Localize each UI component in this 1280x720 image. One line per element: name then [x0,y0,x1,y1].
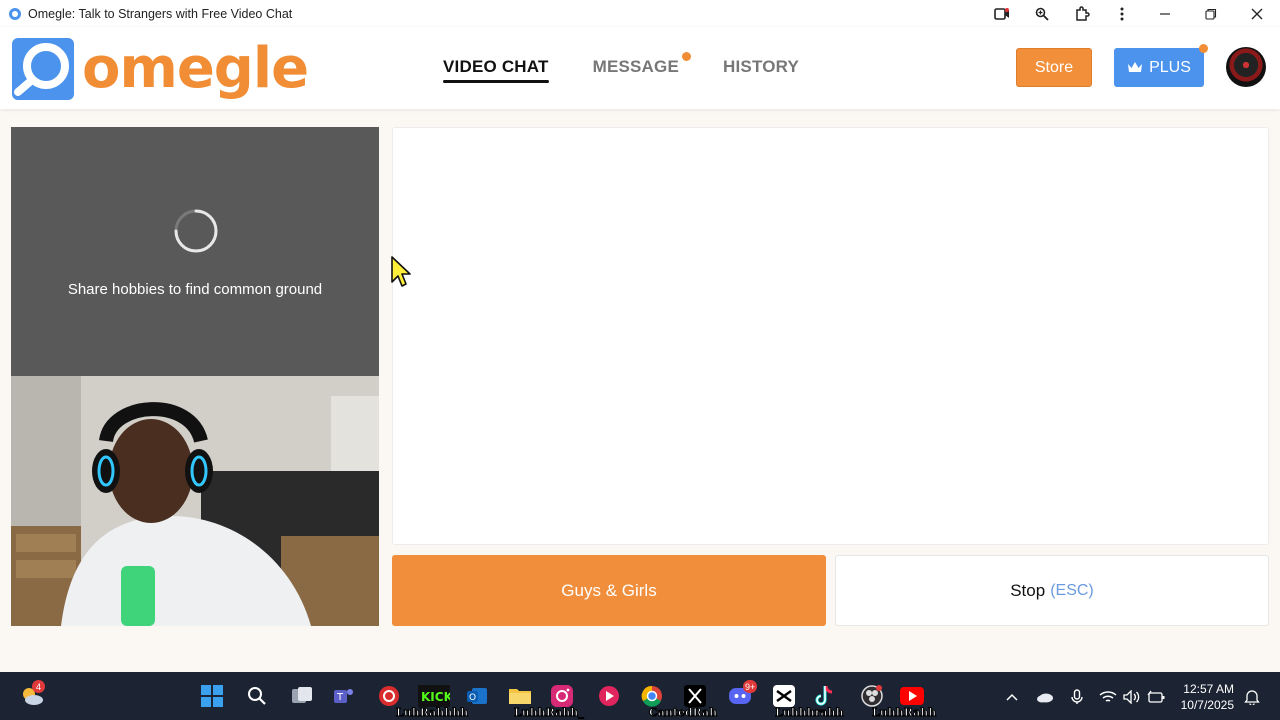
stop-hint: (ESC) [1050,581,1094,599]
search-icon[interactable] [245,684,269,708]
teams-icon[interactable]: T [332,684,356,708]
outlook-icon[interactable]: O [465,684,489,708]
windows-taskbar: 4 T KICK LuhRahhhh O LuhhRahh_ CantedRah… [0,672,1280,720]
x-icon[interactable] [683,684,707,708]
camera-icon[interactable] [982,0,1022,27]
omegle-logo[interactable]: omegle [10,36,309,102]
youtube-icon[interactable] [900,684,924,708]
stop-button[interactable]: Stop (ESC) [835,555,1269,626]
folder-icon[interactable] [508,684,532,708]
chrome-icon[interactable] [640,684,664,708]
more-icon[interactable] [1102,0,1142,27]
minimize-icon[interactable] [1142,0,1188,27]
volume-icon[interactable] [1123,688,1141,706]
tiktok-caption: Luhhhrahh [775,706,845,720]
browser-title-bar: Omegle: Talk to Strangers with Free Vide… [0,0,1280,27]
stop-label: Stop [1010,580,1046,600]
tab-history[interactable]: HISTORY [723,57,799,77]
chat-log-panel[interactable] [392,127,1269,545]
omegle-app-icon [9,7,21,20]
mouse-cursor-icon [391,256,411,287]
kick-icon[interactable]: KICK [418,684,450,708]
zoom-icon[interactable] [1022,0,1062,27]
extension-icon[interactable] [1062,0,1102,27]
crown-icon [1128,62,1143,72]
microphone-icon[interactable] [1068,688,1086,706]
stranger-video: Share hobbies to find common ground [11,127,379,376]
media-player-icon[interactable] [597,684,621,708]
clock-date: 10/7/2025 [1180,698,1234,712]
wifi-icon[interactable] [1099,688,1117,706]
svg-text:KICK: KICK [421,690,450,704]
discord-badge: 9+ [743,680,758,693]
loading-spinner-icon [174,209,218,253]
notification-bell-icon[interactable] [1243,688,1261,706]
notification-dot [682,52,691,61]
system-clock[interactable]: 12:57 AM 10/7/2025 [1181,681,1234,713]
webcam-feed [11,376,379,626]
onedrive-icon[interactable] [1036,688,1054,706]
kick-caption: LuhRahhhh [395,706,469,720]
tab-message-label: MESSAGE [592,57,679,76]
tiktok-icon[interactable] [812,684,836,708]
chevron-up-icon[interactable] [1003,688,1021,706]
capcut-icon[interactable] [772,684,796,708]
avatar[interactable] [1226,47,1266,87]
main-nav: VIDEO CHAT MESSAGE HISTORY [443,52,799,83]
omegle-logo-icon [12,38,74,100]
obs-icon[interactable] [860,684,884,708]
start-icon[interactable] [200,684,224,708]
x-caption: CantedRah [648,706,718,720]
battery-icon[interactable] [1147,688,1165,706]
instagram-caption: LuhhRahh_ [514,706,585,720]
close-icon[interactable] [1234,0,1280,27]
clock-time: 12:57 AM [1183,682,1234,696]
svg-text:O: O [469,693,476,703]
plus-label: PLUS [1149,58,1191,76]
restore-icon[interactable] [1188,0,1234,27]
site-header: omegle VIDEO CHAT MESSAGE HISTORY Store … [0,27,1280,109]
notification-dot [1199,44,1208,53]
youtube-caption: LuhhRahh [871,706,937,720]
self-video [11,376,379,626]
instagram-icon[interactable] [550,684,574,708]
tab-video-chat[interactable]: VIDEO CHAT [443,57,549,83]
window-title: Omegle: Talk to Strangers with Free Vide… [28,6,293,21]
stranger-status-text: Share hobbies to find common ground [67,281,323,298]
tab-message[interactable]: MESSAGE [592,52,691,77]
plus-button[interactable]: PLUS [1114,44,1208,87]
logo-wordmark: omegle [82,36,309,101]
svg-text:T: T [336,692,344,703]
app-icon[interactable] [377,684,401,708]
task-view-icon[interactable] [290,684,314,708]
store-button[interactable]: Store [1016,48,1092,87]
weather-badge: 4 [32,680,45,693]
guys-girls-button[interactable]: Guys & Girls [392,555,826,626]
